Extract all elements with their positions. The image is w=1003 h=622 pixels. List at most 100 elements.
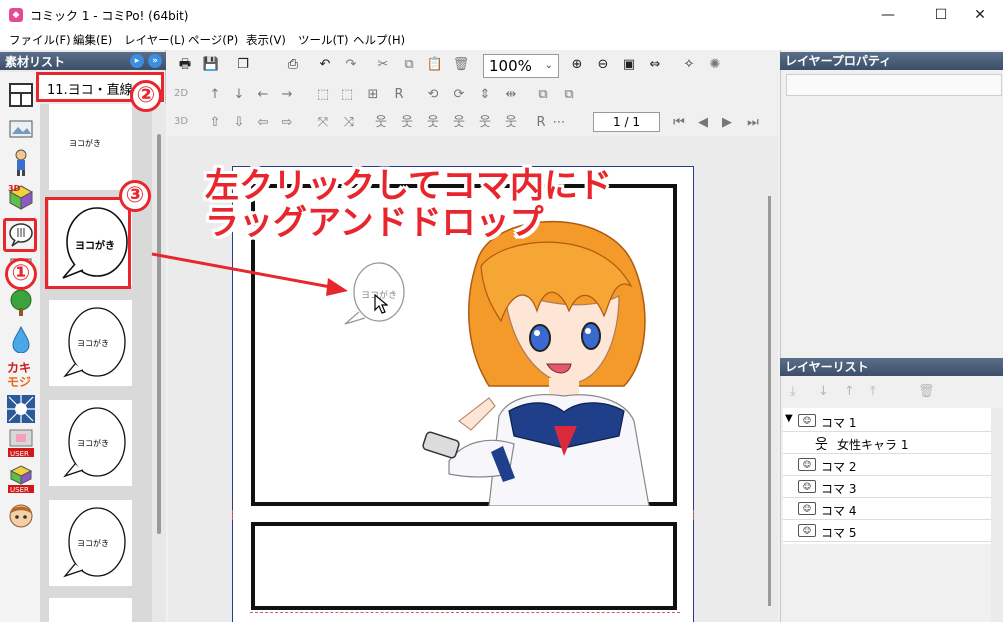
move-up-icon[interactable]: ↑ (206, 86, 224, 104)
collapse-icon[interactable]: ▸ (130, 54, 144, 68)
reset-icon[interactable]: R (390, 86, 408, 104)
row-label-3d: 3D (174, 116, 189, 127)
menu-layer[interactable]: レイヤー(L) (124, 32, 185, 48)
menu-bar: ファイル(F) 編集(E) レイヤー(L) ページ(P) 表示(V) ツール(T… (0, 30, 1003, 50)
balloon-thumbnail[interactable] (49, 598, 132, 622)
send-back-icon[interactable]: ⧉ (560, 86, 578, 104)
layer-item-koma-2[interactable]: ☺ コマ 2 (783, 454, 991, 476)
character-icon[interactable] (6, 148, 36, 178)
expand-icon[interactable]: » (148, 54, 162, 68)
3d-left-icon[interactable]: ⇦ (254, 114, 272, 132)
menu-file[interactable]: ファイル(F) (9, 32, 71, 48)
light-icon[interactable]: ✧ (680, 56, 698, 74)
pose-2-icon[interactable]: 웃 (398, 114, 416, 132)
page-indicator[interactable]: 1 / 1 (593, 112, 660, 132)
next-page-icon[interactable]: ▶ (718, 114, 736, 132)
rotate-left-icon[interactable]: ⟲ (424, 86, 442, 104)
pose-6-icon[interactable]: 웃 (502, 114, 520, 132)
3d-reset-icon[interactable]: R (532, 114, 550, 132)
trash-icon[interactable]: 🗑 (918, 384, 935, 399)
zoom-in-icon[interactable]: ⊕ (568, 56, 586, 74)
move-right-icon[interactable]: → (278, 86, 296, 104)
zoom-select[interactable]: 100% ⌄ (483, 54, 559, 78)
3d-up-icon[interactable]: ⇧ (206, 114, 224, 132)
fit-width-icon[interactable]: ⇔ (646, 56, 664, 74)
face-icon[interactable] (6, 500, 36, 530)
layer-list-scrollbar[interactable] (991, 408, 1003, 622)
material-list-title: 素材リスト (5, 55, 66, 69)
female-character[interactable] (419, 216, 677, 506)
print-preview-icon[interactable]: 🖶 (176, 56, 194, 74)
comic-panel-2[interactable] (251, 522, 677, 610)
flip-vertical-icon[interactable]: ⇕ (476, 86, 494, 104)
expand-arrow-icon[interactable]: ▼ (785, 413, 793, 424)
zoom-out-icon[interactable]: ⊖ (594, 56, 612, 74)
move-down-icon[interactable]: ↓ (230, 86, 248, 104)
print-icon[interactable]: ⎙ (284, 56, 302, 74)
3d-shrink-icon[interactable]: ⤨ (340, 114, 358, 132)
delete-icon[interactable]: 🗑 (452, 56, 470, 74)
balloon-thumbnail[interactable]: ヨコがき (49, 300, 132, 386)
undo-icon[interactable]: ↶ (316, 56, 334, 74)
thumbnail-label: ヨコがき (77, 439, 109, 448)
menu-edit[interactable]: 編集(E) (73, 32, 112, 48)
menu-tool[interactable]: ツール(T) (298, 32, 349, 48)
close-button[interactable]: ✕ (957, 0, 1003, 30)
pager-icon[interactable]: ⋯ (550, 114, 568, 132)
first-page-icon[interactable]: ⏮ (670, 114, 688, 132)
last-page-icon[interactable]: ⏭ (744, 114, 762, 132)
save-icon[interactable]: 💾 (202, 56, 220, 74)
paste-icon[interactable]: 📋 (426, 56, 444, 74)
3d-object-icon[interactable]: 3D (6, 182, 36, 212)
layer-item-koma-1[interactable]: ▼ ☺ コマ 1 (783, 410, 991, 432)
layer-item-koma-3[interactable]: ☺ コマ 3 (783, 476, 991, 498)
pose-5-icon[interactable]: 웃 (476, 114, 494, 132)
move-up-icon[interactable]: ↑ (844, 384, 855, 399)
scale-down-icon[interactable]: ⬚ (338, 86, 356, 104)
cut-icon[interactable]: ✂ (374, 56, 392, 74)
move-top-icon[interactable]: ⤒ (870, 384, 876, 399)
3d-down-icon[interactable]: ⇩ (230, 114, 248, 132)
onomatopoeia-icon[interactable]: カキ モジ (6, 358, 36, 388)
move-left-icon[interactable]: ← (254, 86, 272, 104)
minimize-button[interactable]: — (865, 0, 911, 30)
canvas-scrollbar[interactable] (762, 136, 778, 622)
pages-icon[interactable]: ❐ (234, 56, 252, 74)
frame-layer-icon: ☺ (798, 524, 816, 537)
menu-page[interactable]: ページ(P) (188, 32, 238, 48)
balloon-thumbnail[interactable]: ヨコがき (49, 400, 132, 486)
move-bottom-icon[interactable]: ⤓ (790, 384, 796, 399)
rotate-right-icon[interactable]: ⟳ (450, 86, 468, 104)
fit-page-icon[interactable]: ▣ (620, 56, 638, 74)
effect-icon[interactable]: ✺ (706, 56, 724, 74)
pose-1-icon[interactable]: 웃 (372, 114, 390, 132)
layer-item-female-chara-1[interactable]: 웃 女性キャラ 1 (783, 432, 991, 454)
user-3d-icon[interactable]: USER (6, 464, 36, 494)
menu-help[interactable]: ヘルプ(H) (353, 32, 405, 48)
pose-3-icon[interactable]: 웃 (424, 114, 442, 132)
menu-view[interactable]: 表示(V) (246, 32, 286, 48)
move-down-icon[interactable]: ↓ (818, 384, 829, 399)
drop-effect-icon[interactable] (6, 324, 36, 354)
layer-item-koma-4[interactable]: ☺ コマ 4 (783, 498, 991, 520)
frame-layout-icon[interactable] (6, 80, 36, 110)
flip-horizontal-icon[interactable]: ⇹ (502, 86, 520, 104)
layer-item-koma-5[interactable]: ☺ コマ 5 (783, 520, 991, 542)
bring-front-icon[interactable]: ⧉ (534, 86, 552, 104)
balloon-thumbnail[interactable]: ヨコがき (49, 500, 132, 586)
frame-layer-icon: ☺ (798, 480, 816, 493)
prev-page-icon[interactable]: ◀ (694, 114, 712, 132)
pose-4-icon[interactable]: 웃 (450, 114, 468, 132)
balloon-thumbnail[interactable]: ヨコがき (49, 104, 132, 190)
scale-up-icon[interactable]: ⬚ (314, 86, 332, 104)
user-material-icon[interactable]: USER (6, 428, 36, 458)
tree-icon[interactable] (6, 288, 36, 318)
3d-right-icon[interactable]: ⇨ (278, 114, 296, 132)
center-icon[interactable]: ⊞ (364, 86, 382, 104)
background-icon[interactable] (6, 114, 36, 144)
redo-icon[interactable]: ↷ (342, 56, 360, 74)
material-list-scrollbar[interactable] (152, 104, 166, 622)
copy-icon[interactable]: ⧉ (400, 56, 418, 74)
3d-expand-icon[interactable]: ⤧ (314, 114, 332, 132)
burst-effect-icon[interactable] (6, 394, 36, 424)
